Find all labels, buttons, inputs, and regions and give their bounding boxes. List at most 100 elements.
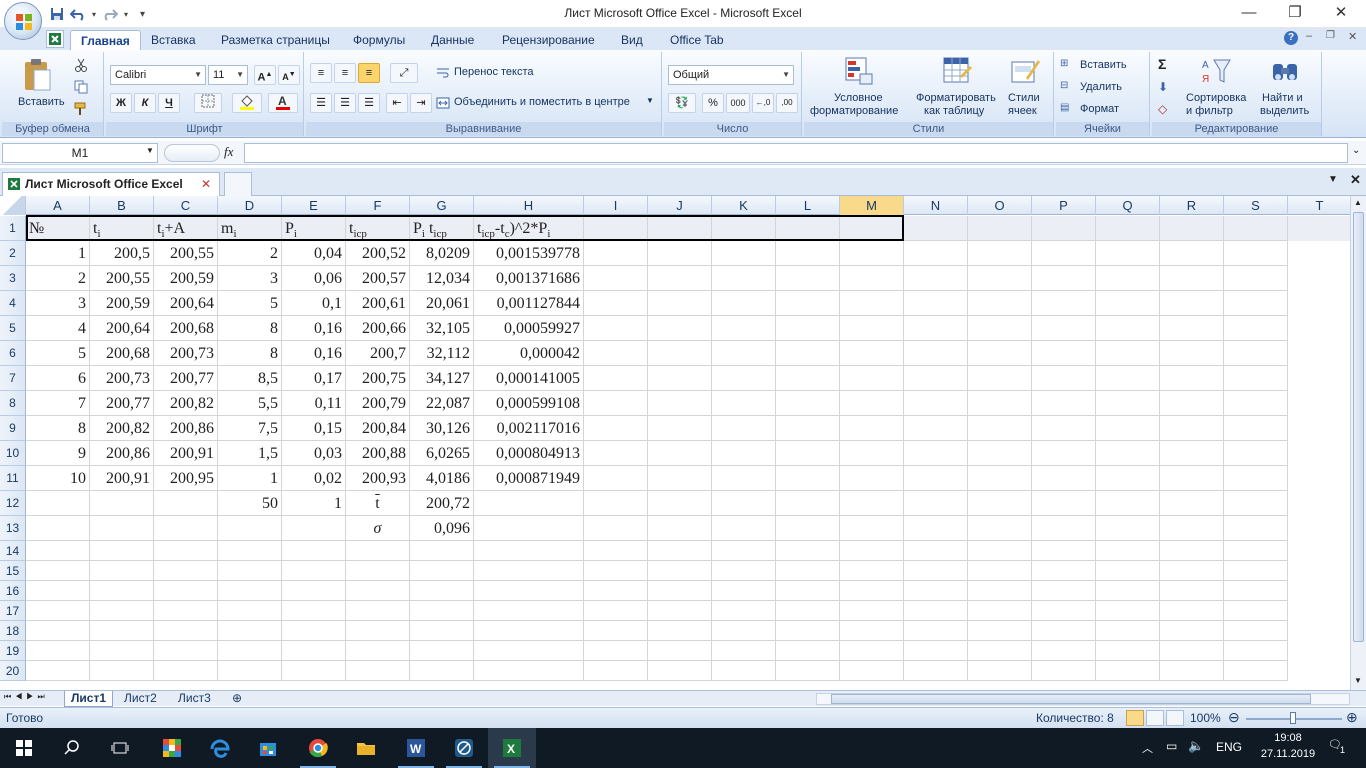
copy-icon[interactable] <box>74 80 88 94</box>
formula-input[interactable] <box>244 143 1348 163</box>
battery-icon[interactable]: ▭ <box>1166 739 1177 753</box>
column-header[interactable]: N <box>904 196 968 215</box>
zoom-slider-thumb[interactable] <box>1290 712 1296 724</box>
cell[interactable] <box>1032 341 1096 366</box>
cell[interactable]: 0,000599108 <box>474 391 584 416</box>
bold-button[interactable]: Ж <box>110 93 132 113</box>
cell[interactable]: 0,096 <box>410 516 474 541</box>
row-header[interactable]: 20 <box>0 661 26 681</box>
cell[interactable] <box>1096 291 1160 316</box>
cell[interactable] <box>584 466 648 491</box>
cell[interactable]: 22,087 <box>410 391 474 416</box>
column-header[interactable]: H <box>474 196 584 215</box>
cell[interactable] <box>648 416 712 441</box>
cell[interactable] <box>1096 441 1160 466</box>
cell[interactable] <box>1096 641 1160 661</box>
cell[interactable] <box>968 266 1032 291</box>
sheet-nav-icons[interactable]: ⏮◀▶⏭ <box>4 692 49 702</box>
cell[interactable] <box>968 516 1032 541</box>
cell[interactable] <box>1096 316 1160 341</box>
column-header[interactable]: E <box>282 196 346 215</box>
sort-filter-button[interactable]: АЯ Сортировка и фильтр <box>1184 54 1250 120</box>
cell[interactable] <box>90 491 154 516</box>
cell[interactable] <box>776 341 840 366</box>
ribbon-close-icon[interactable]: ✕ <box>1348 30 1357 43</box>
cell[interactable]: 0,000804913 <box>474 441 584 466</box>
cell[interactable] <box>712 516 776 541</box>
cell[interactable]: 1 <box>26 241 90 266</box>
cell[interactable] <box>840 601 904 621</box>
cell[interactable] <box>776 391 840 416</box>
cell[interactable] <box>1224 621 1288 641</box>
cell[interactable] <box>712 316 776 341</box>
cell[interactable] <box>968 216 1032 241</box>
sheet-tab-3[interactable]: Лист3 <box>172 691 217 707</box>
cell[interactable]: Pi <box>282 216 346 241</box>
cell[interactable] <box>218 541 282 561</box>
cell[interactable]: 200,82 <box>154 391 218 416</box>
cell[interactable] <box>346 661 410 681</box>
cell[interactable]: 0,1 <box>282 291 346 316</box>
cell[interactable] <box>968 416 1032 441</box>
cell[interactable] <box>968 366 1032 391</box>
page-layout-view-icon[interactable] <box>1146 710 1164 726</box>
column-header[interactable]: S <box>1224 196 1288 215</box>
cell[interactable] <box>968 291 1032 316</box>
cell[interactable]: 200,5 <box>90 241 154 266</box>
cell[interactable]: 200,88 <box>346 441 410 466</box>
cell[interactable] <box>1032 581 1096 601</box>
cell[interactable] <box>1032 641 1096 661</box>
cell[interactable] <box>776 491 840 516</box>
column-header[interactable]: P <box>1032 196 1096 215</box>
close-button[interactable]: ✕ <box>1318 0 1364 28</box>
cell[interactable] <box>776 316 840 341</box>
cell[interactable] <box>712 561 776 581</box>
cell[interactable]: 200,77 <box>90 391 154 416</box>
cell[interactable] <box>346 561 410 581</box>
normal-view-icon[interactable] <box>1126 710 1144 726</box>
cell[interactable]: 0,17 <box>282 366 346 391</box>
cell[interactable] <box>648 391 712 416</box>
cell[interactable]: 200,55 <box>154 241 218 266</box>
tab-list-icon[interactable]: ▼ <box>1328 174 1338 185</box>
cell[interactable]: 200,86 <box>154 416 218 441</box>
cell[interactable] <box>648 366 712 391</box>
cell[interactable]: 5,5 <box>218 391 282 416</box>
cell[interactable]: 200,79 <box>346 391 410 416</box>
thousands-separator-button[interactable]: 000 <box>726 93 750 113</box>
cell[interactable]: № <box>26 216 90 241</box>
cell[interactable]: 200,77 <box>154 366 218 391</box>
cell[interactable] <box>346 621 410 641</box>
row-header[interactable]: 7 <box>0 366 26 391</box>
cell[interactable] <box>282 621 346 641</box>
cell[interactable] <box>648 341 712 366</box>
cell[interactable] <box>1032 241 1096 266</box>
vertical-scroll-thumb[interactable] <box>1353 212 1364 642</box>
cell[interactable] <box>904 291 968 316</box>
cell[interactable] <box>1160 216 1224 241</box>
cell[interactable] <box>1224 241 1288 266</box>
underline-button[interactable]: Ч <box>158 93 180 113</box>
horizontal-scroll-thumb[interactable] <box>831 694 1311 704</box>
office-button[interactable] <box>4 2 42 40</box>
cell[interactable] <box>474 541 584 561</box>
increase-indent-button[interactable]: ⇥ <box>410 93 432 113</box>
cell[interactable] <box>1096 581 1160 601</box>
cell[interactable]: 5 <box>218 291 282 316</box>
cell[interactable]: 200,66 <box>346 316 410 341</box>
cell[interactable] <box>712 241 776 266</box>
cell[interactable] <box>584 561 648 581</box>
cell[interactable] <box>968 661 1032 681</box>
cell[interactable] <box>584 216 648 241</box>
cell[interactable] <box>474 491 584 516</box>
insert-function-button[interactable]: fx <box>224 144 233 160</box>
cell[interactable]: 200,73 <box>154 341 218 366</box>
cell[interactable] <box>968 241 1032 266</box>
cell[interactable] <box>154 561 218 581</box>
cell[interactable] <box>282 641 346 661</box>
cell[interactable] <box>1224 601 1288 621</box>
cell[interactable] <box>840 266 904 291</box>
cell[interactable] <box>1224 391 1288 416</box>
cell[interactable] <box>648 466 712 491</box>
cell[interactable]: 200,93 <box>346 466 410 491</box>
